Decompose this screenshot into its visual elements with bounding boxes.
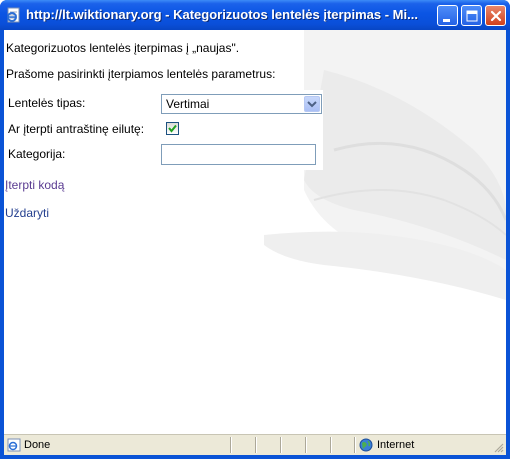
- insert-code-link[interactable]: Įterpti kodą: [5, 178, 64, 192]
- status-divider: [255, 437, 257, 453]
- category-input[interactable]: [161, 144, 316, 165]
- status-divider: [280, 437, 282, 453]
- intro-text: Kategorizuotos lentelės įterpimas į „nau…: [6, 41, 240, 55]
- category-label: Kategorija:: [8, 147, 66, 161]
- title-bar[interactable]: http://lt.wiktionary.org - Kategorizuoto…: [0, 0, 510, 30]
- chevron-down-icon[interactable]: [304, 96, 320, 112]
- security-zone-text: Internet: [377, 439, 415, 451]
- ie-done-icon: [7, 438, 21, 452]
- table-type-select[interactable]: Vertimai: [161, 94, 322, 114]
- header-row-checkbox[interactable]: [166, 122, 179, 135]
- status-text: Done: [24, 439, 51, 451]
- maximize-button[interactable]: [461, 5, 482, 26]
- status-divider: [230, 437, 232, 453]
- page-content: Kategorizuotos lentelės įterpimas į „nau…: [4, 30, 506, 434]
- header-row-label: Ar įterpti antraštinę eilutę:: [8, 122, 145, 136]
- table-type-label: Lentelės tipas:: [8, 96, 86, 110]
- ie-page-icon: [6, 7, 22, 23]
- close-button[interactable]: [485, 5, 506, 26]
- status-bar: Done Internet: [4, 434, 506, 455]
- status-divider: [354, 437, 356, 453]
- status-divider: [330, 437, 332, 453]
- minimize-button[interactable]: [437, 5, 458, 26]
- resize-grip-icon[interactable]: [492, 441, 504, 453]
- window-title: http://lt.wiktionary.org - Kategorizuoto…: [26, 7, 418, 22]
- status-divider: [305, 437, 307, 453]
- options-form: Lentelės tipas: Vertimai Ar įterpti antr…: [4, 90, 323, 170]
- instruction-text: Prašome pasirinkti įterpiamos lentelės p…: [6, 67, 276, 81]
- globe-icon: [359, 438, 373, 452]
- table-type-value: Vertimai: [166, 97, 210, 111]
- close-link[interactable]: Uždaryti: [5, 206, 49, 220]
- popup-window: http://lt.wiktionary.org - Kategorizuoto…: [0, 0, 510, 459]
